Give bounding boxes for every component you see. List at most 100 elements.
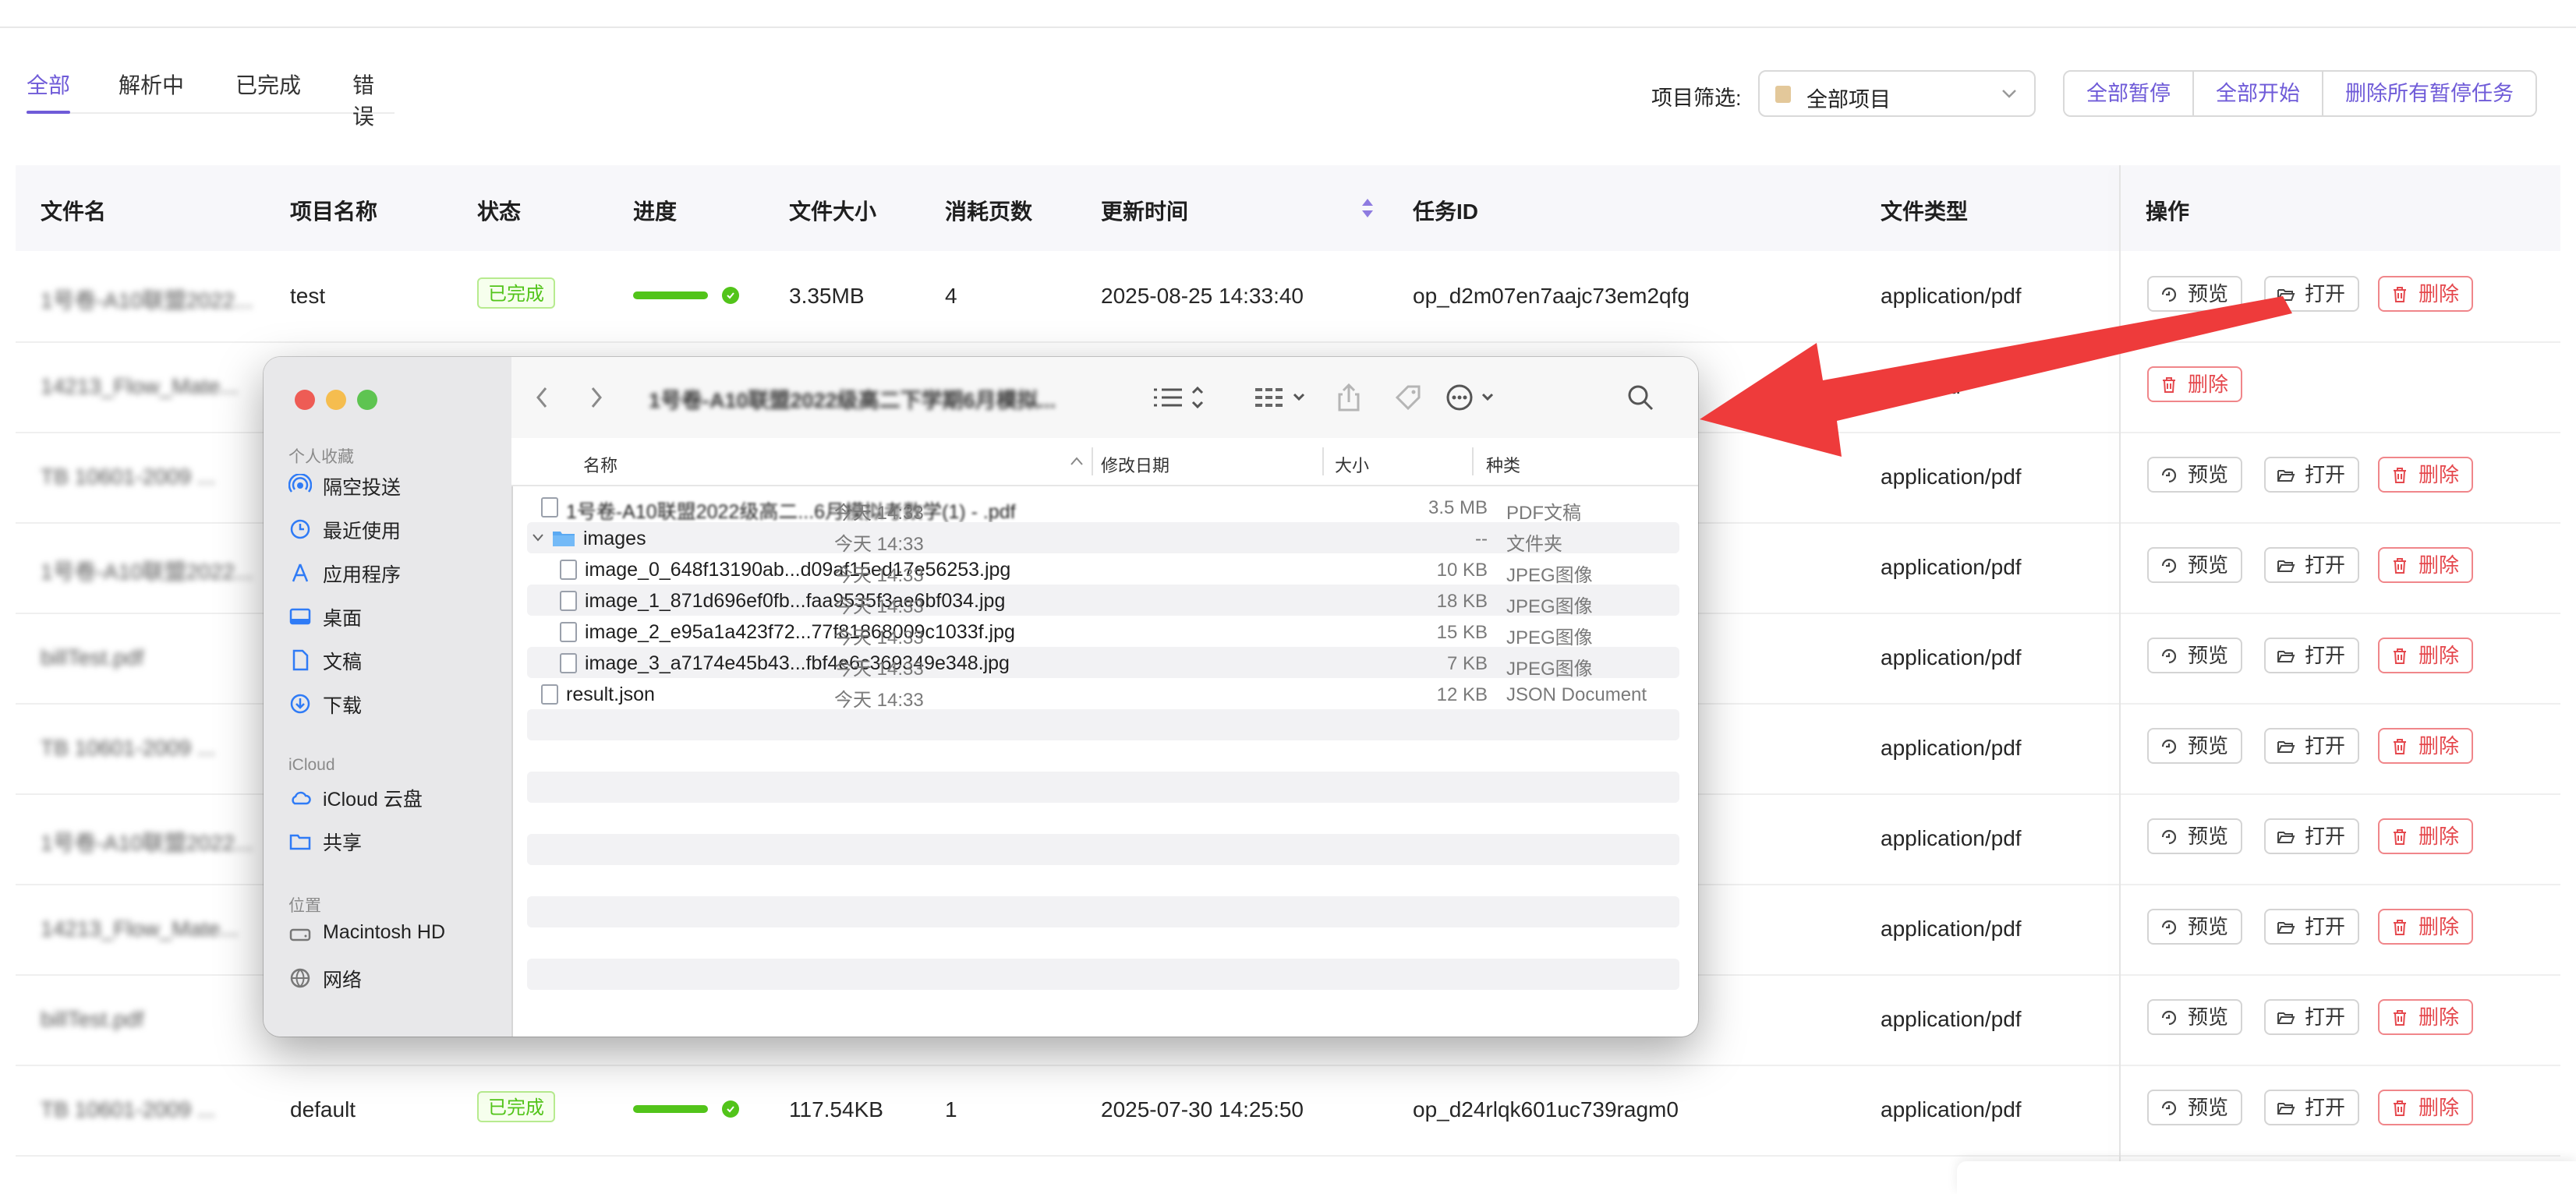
file-row[interactable]: image_1_871d696ef0fb...faa9535f3ae6bf034… <box>527 585 1679 617</box>
preview-button[interactable]: 预览 <box>2147 547 2243 583</box>
open-button[interactable]: 打开 <box>2264 638 2360 673</box>
file-row[interactable]: image_3_a7174e45b43...fbf4e6c369349e348.… <box>527 647 1679 680</box>
tab-all[interactable]: 全部 <box>27 69 70 100</box>
sidebar-label: 桌面 <box>323 608 363 630</box>
favorites-header: 个人收藏 <box>288 448 354 466</box>
delete-button[interactable]: 删除 <box>2378 638 2474 673</box>
table-row[interactable]: TB 10601-2009 ... default 已完成 117.54KB 1 2025… <box>16 1065 2560 1157</box>
trash-icon <box>2394 1010 2406 1026</box>
file-size: 3.5 MB <box>1428 497 1488 518</box>
start-all-button[interactable]: 全部开始 <box>2194 72 2323 115</box>
pause-all-button[interactable]: 全部暂停 <box>2065 72 2194 115</box>
share-icon[interactable] <box>1333 382 1364 413</box>
file-row[interactable]: image_0_648f13190ab...d09af15ed17e56253.… <box>527 553 1679 586</box>
group-view-icon[interactable] <box>1252 382 1308 413</box>
delete-button[interactable]: 删除 <box>2378 999 2474 1035</box>
list-view-icon[interactable] <box>1151 382 1207 413</box>
progress-bar <box>633 291 708 299</box>
column-kind[interactable]: 种类 <box>1486 452 1520 477</box>
table-header: 文件名 项目名称 状态 进度 文件大小 消耗页数 更新时间 任务ID 文件类型 … <box>16 165 2560 251</box>
trash-icon <box>2394 739 2406 754</box>
status-badge: 已完成 <box>477 1091 555 1122</box>
file-name: image_1_871d696ef0fb...faa9535f3ae6bf034… <box>585 590 1006 612</box>
col-status: 状态 <box>477 200 522 224</box>
column-size[interactable]: 大小 <box>1335 452 1369 477</box>
trash-icon <box>2394 829 2406 845</box>
delete-button[interactable]: 删除 <box>2378 818 2474 854</box>
delete-paused-tasks-button[interactable]: 删除所有暂停任务 <box>2323 72 2535 115</box>
delete-button[interactable]: 删除 <box>2378 457 2474 493</box>
document-icon <box>292 649 309 671</box>
file-name: image_3_a7174e45b43...fbf4e6c369349e348.… <box>585 652 1010 674</box>
preview-button[interactable]: 预览 <box>2147 638 2243 673</box>
preview-button[interactable]: 预览 <box>2147 728 2243 764</box>
tag-icon[interactable] <box>1392 382 1424 413</box>
col-actions: 操作 <box>2146 200 2190 224</box>
file-kind: JSON Document <box>1506 684 1647 705</box>
applications-icon <box>292 563 309 582</box>
file-name: image_0_648f13190ab...d09af15ed17e56253.… <box>585 559 1011 581</box>
finder-window[interactable]: 个人收藏 隔空投送 最近使用 应用程序 桌面 文稿 下载 iCloud iClo <box>264 357 1698 1037</box>
cell-updated: 2025-07-30 14:25:50 <box>1101 1097 1304 1122</box>
cell-filename: billTest.pdf <box>41 1007 144 1031</box>
minimize-window-button[interactable] <box>326 390 346 410</box>
delete-label: 删除 <box>2419 553 2460 577</box>
file-date: 今天 14:33 <box>834 503 924 524</box>
back-icon[interactable] <box>532 382 552 413</box>
column-date[interactable]: 修改日期 <box>1101 452 1169 477</box>
folder-open-icon <box>2277 741 2295 753</box>
file-row[interactable]: 1号卷-A10联盟2022级高二...6月模拟考数学(1) - .pdf 今天 1… <box>527 491 1679 524</box>
delete-button[interactable]: 删除 <box>2378 728 2474 764</box>
folder-open-icon <box>2277 651 2295 662</box>
project-filter-select[interactable]: 全部项目 <box>1758 70 2036 117</box>
file-size: 10 KB <box>1436 560 1488 581</box>
open-button[interactable]: 打开 <box>2264 818 2360 854</box>
cell-project: test <box>290 284 326 308</box>
project-filter-value: 全部项目 <box>1806 88 1891 111</box>
preview-label: 预览 <box>2188 825 2229 848</box>
empty-row <box>527 896 1679 927</box>
delete-button[interactable]: 删除 <box>2378 909 2474 945</box>
preview-button[interactable]: 预览 <box>2147 909 2243 945</box>
clock-icon <box>290 519 310 539</box>
file-row[interactable]: image_2_e95a1a423f72...77f81868009c1033f… <box>527 616 1679 648</box>
cell-filetype: application/pdf <box>1881 736 2022 760</box>
open-button[interactable]: 打开 <box>2264 547 2360 583</box>
file-row[interactable]: result.json 今天 14:33 12 KB JSON Document <box>527 678 1679 711</box>
open-button[interactable]: 打开 <box>2264 909 2360 945</box>
preview-button[interactable]: 预览 <box>2147 1090 2243 1125</box>
open-button[interactable]: 打开 <box>2264 999 2360 1035</box>
preview-button[interactable]: 预览 <box>2147 818 2243 854</box>
file-date: 今天 14:33 <box>834 690 924 711</box>
column-name[interactable]: 名称 <box>583 452 617 477</box>
file-row[interactable]: images 今天 14:33 -- 文件夹 <box>527 522 1679 555</box>
pdf-file-icon <box>541 497 558 518</box>
empty-row <box>527 740 1679 772</box>
tab-error[interactable]: 错误 <box>352 69 395 131</box>
close-window-button[interactable] <box>295 390 315 410</box>
tab-parsing[interactable]: 解析中 <box>119 69 184 100</box>
open-label: 打开 <box>2305 1096 2346 1119</box>
cell-filename: billTest.pdf <box>41 645 144 669</box>
sort-icon[interactable] <box>1361 196 1375 220</box>
open-button[interactable]: 打开 <box>2264 728 2360 764</box>
more-actions-icon[interactable] <box>1444 382 1500 413</box>
disclosure-triangle-icon[interactable] <box>532 532 544 543</box>
delete-button[interactable]: 删除 <box>2378 276 2474 312</box>
folder-open-icon <box>2277 922 2295 934</box>
forward-icon[interactable] <box>586 382 607 413</box>
folder-open-icon <box>2277 1012 2295 1024</box>
preview-button[interactable]: 预览 <box>2147 999 2243 1035</box>
search-icon[interactable] <box>1625 382 1656 413</box>
delete-button[interactable]: 删除 <box>2378 1090 2474 1125</box>
open-label: 打开 <box>2305 282 2346 306</box>
open-button[interactable]: 打开 <box>2264 1090 2360 1125</box>
top-divider <box>0 26 2576 28</box>
col-updated[interactable]: 更新时间 <box>1101 195 1188 226</box>
tab-completed[interactable]: 已完成 <box>235 69 301 100</box>
delete-button[interactable]: 删除 <box>2378 547 2474 583</box>
open-label: 打开 <box>2305 915 2346 938</box>
red-arrow-annotation <box>1700 296 2292 457</box>
zoom-window-button[interactable] <box>357 390 377 410</box>
delete-label: 删除 <box>2419 282 2460 306</box>
